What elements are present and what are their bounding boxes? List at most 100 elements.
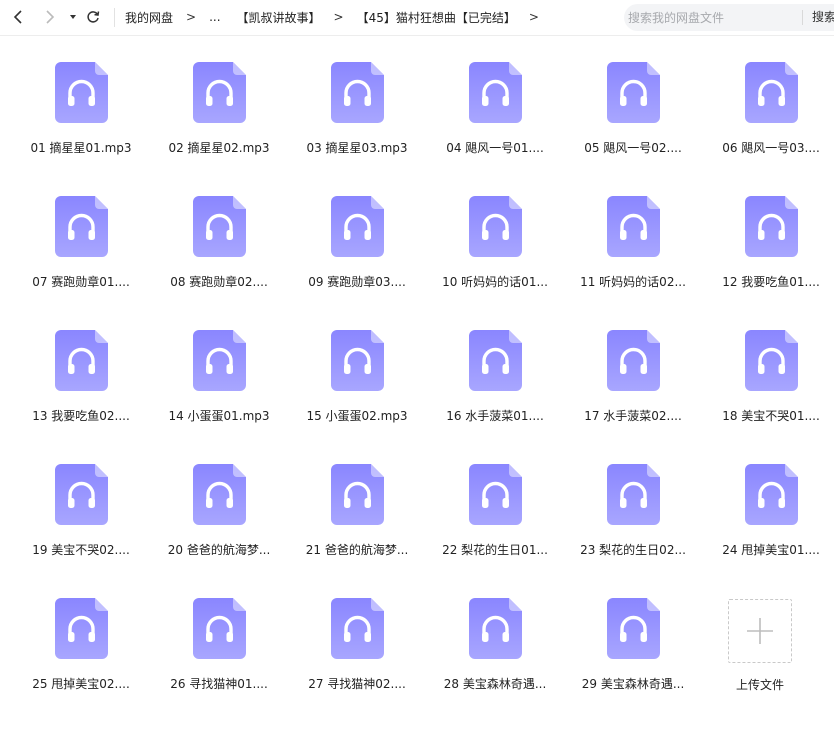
audio-file-icon xyxy=(55,330,108,391)
audio-file-icon xyxy=(193,330,246,391)
file-name: 07 赛跑勋章01.... xyxy=(32,275,130,289)
audio-file-icon xyxy=(331,464,384,525)
breadcrumb-separator: > xyxy=(186,10,197,24)
file-item[interactable]: 23 梨花的生日02... xyxy=(564,438,702,572)
file-name: 28 美宝森林奇遇... xyxy=(443,677,547,691)
audio-file-icon xyxy=(469,330,522,391)
file-name: 11 听妈妈的话02... xyxy=(580,275,686,289)
file-item[interactable]: 02 摘星星02.mp3 xyxy=(150,36,288,170)
file-item[interactable]: 04 飓风一号01.... xyxy=(426,36,564,170)
file-item[interactable]: 06 飓风一号03.... xyxy=(702,36,834,170)
file-item[interactable]: 13 我要吃鱼02.... xyxy=(12,304,150,438)
search-divider xyxy=(802,10,803,25)
audio-file-icon xyxy=(331,196,384,257)
file-item[interactable]: 12 我要吃鱼01.... xyxy=(702,170,834,304)
file-name: 24 甩掉美宝01.... xyxy=(722,543,820,557)
file-name: 09 赛跑勋章03.... xyxy=(308,275,406,289)
search-bar: 搜索 xyxy=(624,4,834,31)
audio-file-icon xyxy=(193,598,246,659)
file-item[interactable]: 24 甩掉美宝01.... xyxy=(702,438,834,572)
file-item[interactable]: 14 小蛋蛋01.mp3 xyxy=(150,304,288,438)
file-name: 01 摘星星01.mp3 xyxy=(30,141,132,155)
file-name: 17 水手菠菜02.... xyxy=(584,409,682,423)
file-name: 10 听妈妈的话01... xyxy=(442,275,548,289)
breadcrumb-item-folder[interactable]: 【凯叔讲故事】 xyxy=(237,9,321,26)
audio-file-icon xyxy=(469,196,522,257)
audio-file-icon xyxy=(55,62,108,123)
audio-file-icon xyxy=(55,598,108,659)
chevron-left-icon xyxy=(13,10,22,24)
file-name: 02 摘星星02.mp3 xyxy=(168,141,270,155)
file-name: 15 小蛋蛋02.mp3 xyxy=(306,409,408,423)
audio-file-icon xyxy=(607,330,660,391)
file-name: 22 梨花的生日01... xyxy=(442,543,548,557)
file-name: 05 飓风一号02.... xyxy=(584,141,682,155)
file-item[interactable]: 19 美宝不哭02.... xyxy=(12,438,150,572)
audio-file-icon xyxy=(193,62,246,123)
breadcrumb: 我的网盘 > ... 【凯叔讲故事】 > 【45】猫村狂想曲【已完结】 > xyxy=(125,0,539,34)
file-name: 12 我要吃鱼01.... xyxy=(722,275,820,289)
file-item[interactable]: 01 摘星星01.mp3 xyxy=(12,36,150,170)
audio-file-icon xyxy=(607,598,660,659)
file-name: 18 美宝不哭01.... xyxy=(722,409,820,423)
file-name: 04 飓风一号01.... xyxy=(446,141,544,155)
file-item[interactable]: 08 赛跑勋章02.... xyxy=(150,170,288,304)
file-name: 25 甩掉美宝02.... xyxy=(32,677,130,691)
search-input[interactable] xyxy=(628,4,800,31)
upload-button[interactable] xyxy=(728,599,792,663)
file-item[interactable]: 18 美宝不哭01.... xyxy=(702,304,834,438)
breadcrumb-item-ellipsis[interactable]: ... xyxy=(209,10,220,24)
file-name: 29 美宝森林奇遇... xyxy=(581,677,685,691)
file-item[interactable]: 29 美宝森林奇遇... xyxy=(564,572,702,706)
plus-icon xyxy=(747,618,773,644)
audio-file-icon xyxy=(331,598,384,659)
audio-file-icon xyxy=(193,464,246,525)
refresh-button[interactable] xyxy=(82,6,104,28)
history-dropdown-button[interactable] xyxy=(62,6,84,28)
audio-file-icon xyxy=(331,62,384,123)
refresh-icon xyxy=(87,11,100,23)
breadcrumb-separator: > xyxy=(333,10,344,24)
file-name: 16 水手菠菜01.... xyxy=(446,409,544,423)
breadcrumb-item-current[interactable]: 【45】猫村狂想曲【已完结】 xyxy=(357,9,516,26)
file-item[interactable]: 21 爸爸的航海梦... xyxy=(288,438,426,572)
audio-file-icon xyxy=(607,196,660,257)
file-item[interactable]: 17 水手菠菜02.... xyxy=(564,304,702,438)
audio-file-icon xyxy=(745,464,798,525)
audio-file-icon xyxy=(193,196,246,257)
toolbar-divider xyxy=(114,8,115,27)
file-item[interactable]: 10 听妈妈的话01... xyxy=(426,170,564,304)
audio-file-icon xyxy=(607,62,660,123)
file-name: 20 爸爸的航海梦... xyxy=(167,543,271,557)
breadcrumb-separator: > xyxy=(528,10,539,24)
audio-file-icon xyxy=(469,464,522,525)
file-name: 27 寻找猫神02.... xyxy=(308,677,406,691)
forward-button[interactable] xyxy=(38,6,60,28)
file-grid: 01 摘星星01.mp3 02 摘星星02.mp3 03 摘星星03.mp3 04 飓… xyxy=(12,36,834,706)
breadcrumb-item-root[interactable]: 我的网盘 xyxy=(125,9,173,26)
file-item[interactable]: 22 梨花的生日01... xyxy=(426,438,564,572)
caret-down-icon xyxy=(70,15,76,19)
file-item[interactable]: 11 听妈妈的话02... xyxy=(564,170,702,304)
file-item[interactable]: 27 寻找猫神02.... xyxy=(288,572,426,706)
upload-label: 上传文件 xyxy=(735,678,784,692)
file-name: 14 小蛋蛋01.mp3 xyxy=(168,409,270,423)
file-item[interactable]: 03 摘星星03.mp3 xyxy=(288,36,426,170)
file-name: 13 我要吃鱼02.... xyxy=(32,409,130,423)
file-item[interactable]: 26 寻找猫神01.... xyxy=(150,572,288,706)
top-toolbar: 我的网盘 > ... 【凯叔讲故事】 > 【45】猫村狂想曲【已完结】 > 搜索 xyxy=(0,0,834,36)
file-item[interactable]: 16 水手菠菜01.... xyxy=(426,304,564,438)
file-item[interactable]: 20 爸爸的航海梦... xyxy=(150,438,288,572)
file-item[interactable]: 07 赛跑勋章01.... xyxy=(12,170,150,304)
back-button[interactable] xyxy=(8,6,30,28)
file-item[interactable]: 15 小蛋蛋02.mp3 xyxy=(288,304,426,438)
file-item[interactable]: 25 甩掉美宝02.... xyxy=(12,572,150,706)
file-item[interactable]: 28 美宝森林奇遇... xyxy=(426,572,564,706)
file-name: 26 寻找猫神01.... xyxy=(170,677,268,691)
audio-file-icon xyxy=(469,62,522,123)
audio-file-icon xyxy=(745,330,798,391)
file-item[interactable]: 09 赛跑勋章03.... xyxy=(288,170,426,304)
chevron-right-icon xyxy=(46,10,55,24)
search-button[interactable]: 搜索 xyxy=(812,4,834,31)
file-item[interactable]: 05 飓风一号02.... xyxy=(564,36,702,170)
